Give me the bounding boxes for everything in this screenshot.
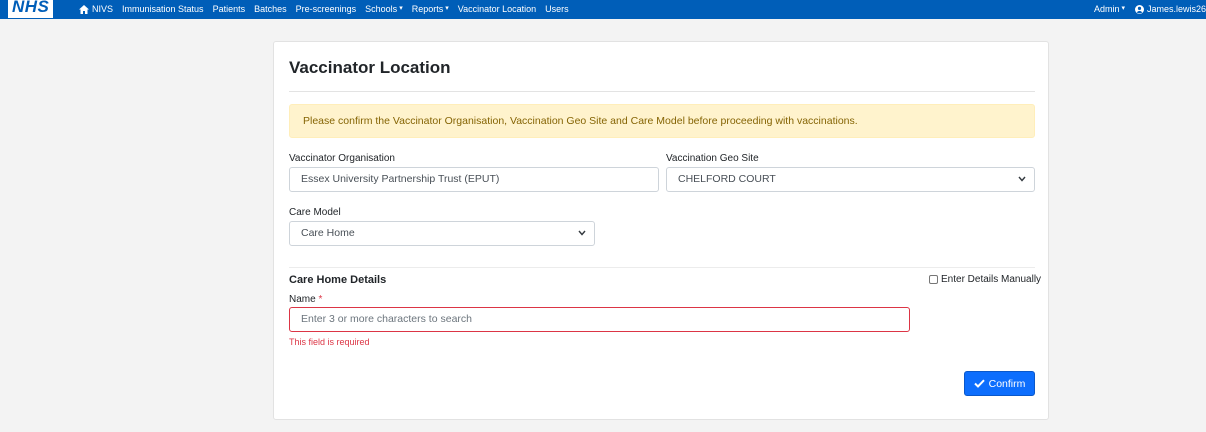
nav-label-pre-screenings: Pre-screenings (295, 4, 357, 14)
nav-label-vaccinator-location: Vaccinator Location (457, 4, 537, 14)
confirm-label: Confirm (988, 377, 1026, 390)
main-nav: NIVS Immunisation Status Patients Batche… (79, 3, 578, 15)
caret-down-icon: ▾ (445, 5, 449, 12)
org-input[interactable]: Essex University Partnership Trust (EPUT… (289, 167, 659, 192)
admin-label: Admin (1093, 4, 1120, 14)
nav-label-users: Users (545, 4, 569, 14)
nav-item-batches[interactable]: Batches (254, 4, 287, 14)
caret-down-icon: ▾ (1121, 5, 1125, 12)
enter-details-manually-toggle[interactable]: Enter Details Manually (929, 274, 1041, 285)
nav-item-schools[interactable]: Schools ▾ (365, 4, 403, 14)
admin-menu[interactable]: Admin ▾ (1094, 4, 1125, 14)
care-model-select[interactable]: Care Home (289, 221, 595, 246)
nav-item-vaccinator-location[interactable]: Vaccinator Location (458, 4, 536, 14)
care-model-label: Care Model (289, 207, 341, 218)
caret-down-icon: ▾ (399, 5, 403, 12)
check-icon (973, 379, 985, 388)
nav-item-users[interactable]: Users (545, 4, 569, 14)
vaccinator-location-card: Vaccinator Location Please confirm the V… (273, 41, 1049, 420)
geo-site-value: CHELFORD COURT (678, 173, 776, 185)
care-model-value: Care Home (301, 227, 355, 239)
warning-alert: Please confirm the Vaccinator Organisati… (289, 104, 1035, 138)
geo-site-label: Vaccination Geo Site (666, 153, 759, 164)
geo-site-select[interactable]: CHELFORD COURT (666, 167, 1035, 192)
care-home-details-heading: Care Home Details (289, 274, 387, 286)
confirm-button[interactable]: Confirm (964, 371, 1035, 396)
name-label: Name * (289, 294, 322, 305)
nav-label-immunisation-status: Immunisation Status (122, 4, 204, 14)
name-label-text: Name (289, 294, 316, 305)
enter-details-manually-checkbox[interactable] (929, 275, 938, 284)
nav-right: Admin ▾ James.lewis26 (1094, 3, 1206, 15)
nav-item-patients[interactable]: Patients (213, 4, 246, 14)
home-icon (79, 4, 89, 14)
divider (289, 267, 1035, 268)
nav-label-patients: Patients (212, 4, 246, 14)
chevron-down-icon (578, 230, 586, 236)
enter-details-manually-label: Enter Details Manually (941, 274, 1042, 285)
required-marker: * (318, 294, 323, 305)
field-error-message: This field is required (289, 337, 370, 347)
nav-label-nivs: NIVS (92, 4, 114, 14)
chevron-down-icon (1018, 176, 1026, 182)
nav-label-schools: Schools (365, 4, 398, 14)
user-menu[interactable]: James.lewis26 (1134, 4, 1206, 14)
user-label: James.lewis26 (1146, 4, 1206, 14)
page-title: Vaccinator Location (289, 58, 451, 77)
nav-item-immunisation-status[interactable]: Immunisation Status (122, 4, 204, 14)
care-home-search-input[interactable]: Enter 3 or more characters to search (289, 307, 910, 332)
user-circle-icon (1134, 4, 1144, 14)
nav-item-nivs[interactable]: NIVS (79, 4, 113, 14)
nav-label-reports: Reports (411, 4, 444, 14)
org-label: Vaccinator Organisation (289, 153, 395, 164)
divider (289, 91, 1035, 92)
nav-label-batches: Batches (254, 4, 287, 14)
top-navbar: NHS NIVS Immunisation Status Patients Ba… (0, 0, 1206, 19)
nav-item-pre-screenings[interactable]: Pre-screenings (296, 4, 357, 14)
nav-item-reports[interactable]: Reports ▾ (412, 4, 449, 14)
nhs-logo[interactable]: NHS (8, 0, 54, 18)
